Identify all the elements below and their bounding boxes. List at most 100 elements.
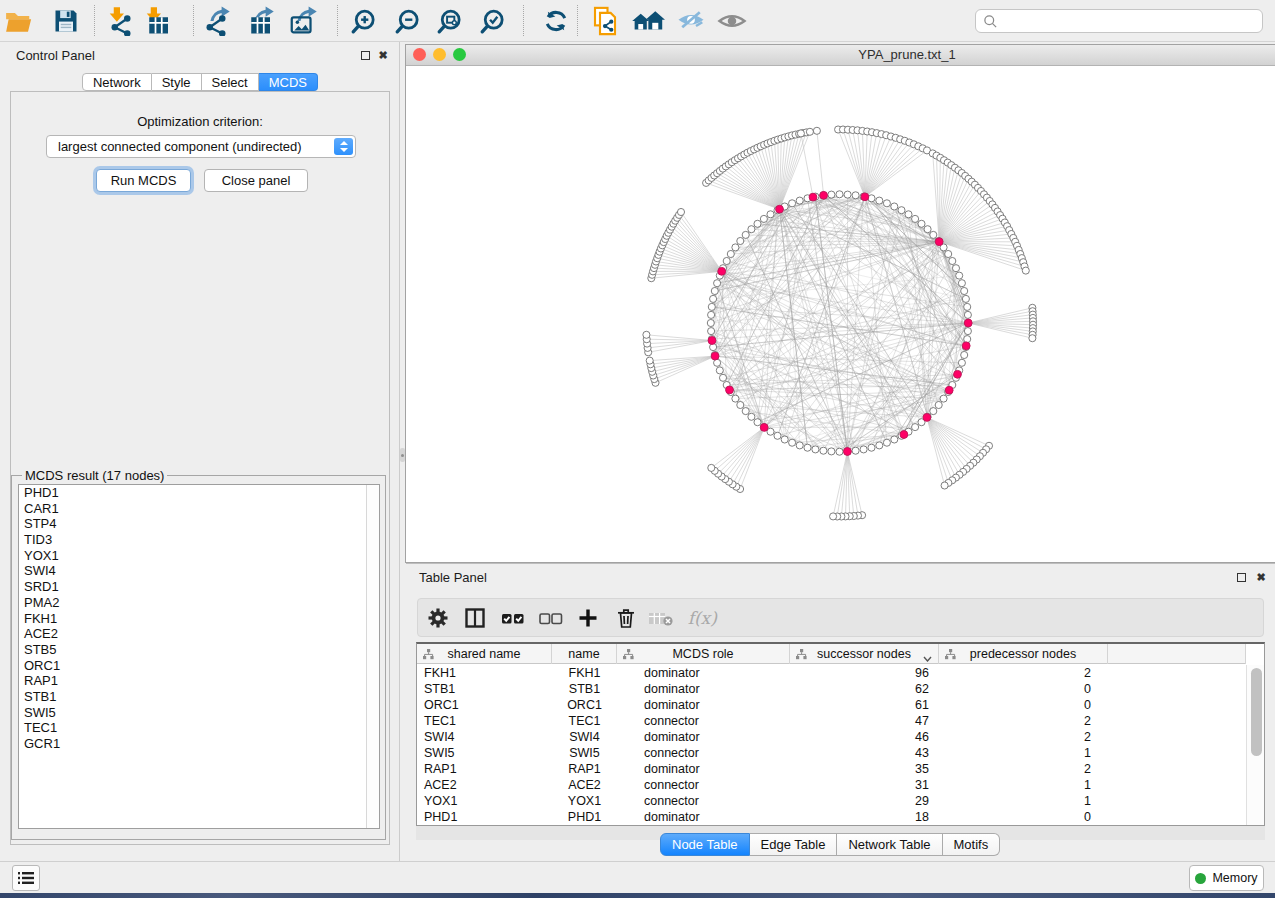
window-minimize-icon[interactable]	[433, 48, 446, 61]
zoom-fit-icon[interactable]	[431, 2, 467, 40]
result-item[interactable]: RAP1	[19, 673, 379, 689]
cell: 46	[790, 729, 939, 745]
zoom-in-icon[interactable]	[345, 2, 381, 40]
tab-style[interactable]: Style	[152, 73, 202, 91]
export-table-icon[interactable]	[242, 2, 278, 40]
column-sort-chevron-icon[interactable]	[923, 651, 932, 665]
result-item[interactable]: YOX1	[19, 548, 379, 564]
table-row[interactable]: RAP1RAP1dominator352	[417, 761, 1246, 777]
settings-gear-icon[interactable]	[421, 599, 455, 636]
delete-column-icon[interactable]	[609, 599, 643, 636]
table-panel-close-icon[interactable]: ✖	[1255, 571, 1267, 583]
tab-select[interactable]: Select	[202, 73, 259, 91]
column-header-MCDS-role[interactable]: MCDS role	[617, 644, 790, 664]
result-item[interactable]: STB1	[19, 689, 379, 705]
add-column-icon[interactable]	[571, 599, 605, 636]
refresh-icon[interactable]	[538, 2, 574, 40]
control-panel-float-icon[interactable]	[361, 51, 370, 60]
table-row[interactable]: PHD1PHD1dominator180	[417, 809, 1246, 825]
criterion-dropdown[interactable]: largest connected component (undirected)	[46, 135, 356, 158]
result-scrollbar[interactable]	[366, 485, 379, 828]
close-panel-button[interactable]: Close panel	[204, 169, 308, 192]
status-list-button[interactable]	[12, 865, 40, 891]
column-header-shared-name[interactable]: shared name	[417, 644, 552, 664]
select-all-icon[interactable]	[496, 599, 530, 636]
cell: 0	[939, 809, 1108, 825]
column-header-predecessor-nodes[interactable]: predecessor nodes	[939, 644, 1108, 664]
table-panel-float-icon[interactable]	[1237, 573, 1246, 582]
network-canvas[interactable]	[406, 66, 1273, 562]
result-item[interactable]: TEC1	[19, 720, 379, 736]
function-fx-icon: f(x)	[685, 599, 719, 636]
network-window-titlebar[interactable]: YPA_prune.txt_1	[406, 45, 1275, 66]
table-scrollbar-thumb[interactable]	[1251, 668, 1262, 756]
import-network-icon[interactable]	[103, 2, 139, 40]
cell: SWI4	[552, 729, 617, 745]
search-input[interactable]	[975, 9, 1263, 33]
result-item[interactable]: ORC1	[19, 658, 379, 674]
result-item[interactable]: SWI5	[19, 705, 379, 721]
show-eye-icon[interactable]	[714, 2, 750, 40]
column-header-successor-nodes[interactable]: successor nodes	[790, 644, 939, 664]
result-item[interactable]: PHD1	[19, 485, 379, 501]
tab-node-table[interactable]: Node Table	[660, 833, 750, 856]
window-close-icon[interactable]	[413, 48, 426, 61]
main-toolbar	[0, 0, 1275, 42]
column-type-icon	[623, 649, 634, 663]
table-row[interactable]: ORC1ORC1dominator610	[417, 697, 1246, 713]
cell: 0	[939, 697, 1108, 713]
export-network-icon[interactable]	[198, 2, 234, 40]
tab-network-table[interactable]: Network Table	[837, 833, 942, 856]
run-mcds-button[interactable]: Run MCDS	[96, 169, 191, 192]
result-item[interactable]: STB5	[19, 642, 379, 658]
node-table: shared namenameMCDS rolesuccessor nodesp…	[416, 642, 1265, 826]
cell: 35	[790, 761, 939, 777]
result-item[interactable]: CAR1	[19, 501, 379, 517]
cell: 2	[939, 713, 1108, 729]
result-item[interactable]: STP4	[19, 516, 379, 532]
table-row[interactable]: SWI4SWI4dominator462	[417, 729, 1246, 745]
open-session-icon[interactable]	[0, 2, 36, 40]
deselect-all-icon[interactable]	[534, 599, 568, 636]
home-icon[interactable]	[630, 2, 666, 40]
columns-icon[interactable]	[458, 599, 492, 636]
save-session-icon[interactable]	[48, 2, 84, 40]
cell: TEC1	[552, 713, 617, 729]
cell: STB1	[417, 681, 552, 697]
toolbar-separator	[577, 5, 578, 36]
export-image-icon[interactable]	[285, 2, 321, 40]
cell: connector	[617, 777, 790, 793]
tab-motifs[interactable]: Motifs	[943, 833, 1001, 856]
table-scrollbar[interactable]	[1246, 665, 1264, 825]
control-panel-close-icon[interactable]: ✖	[377, 49, 389, 61]
tab-mcds[interactable]: MCDS	[259, 73, 318, 91]
tab-network[interactable]: Network	[82, 73, 152, 91]
panel-splitter-handle[interactable]	[400, 448, 405, 462]
cell: RAP1	[417, 761, 552, 777]
import-table-icon[interactable]	[140, 2, 176, 40]
result-item[interactable]: TID3	[19, 532, 379, 548]
hide-glasses-icon[interactable]	[673, 2, 709, 40]
result-item[interactable]: SWI4	[19, 563, 379, 579]
table-row[interactable]: FKH1FKH1dominator962	[417, 665, 1246, 681]
zoom-selected-icon[interactable]	[474, 2, 510, 40]
result-item[interactable]: GCR1	[19, 736, 379, 752]
table-row[interactable]: YOX1YOX1connector291	[417, 793, 1246, 809]
copy-share-icon[interactable]	[587, 2, 623, 40]
toolbar-separator	[523, 5, 524, 36]
column-header-name[interactable]: name	[552, 644, 617, 664]
result-item[interactable]: FKH1	[19, 611, 379, 627]
tab-edge-table[interactable]: Edge Table	[750, 833, 838, 856]
table-toolbar: f(x)	[417, 598, 1264, 637]
memory-button[interactable]: Memory	[1189, 865, 1264, 891]
table-row[interactable]: TEC1TEC1connector472	[417, 713, 1246, 729]
result-item[interactable]: SRD1	[19, 579, 379, 595]
table-row[interactable]: STB1STB1dominator620	[417, 681, 1246, 697]
table-row[interactable]: SWI5SWI5connector431	[417, 745, 1246, 761]
result-item[interactable]: ACE2	[19, 626, 379, 642]
window-zoom-icon[interactable]	[453, 48, 466, 61]
table-row[interactable]: ACE2ACE2connector311	[417, 777, 1246, 793]
table-body: FKH1FKH1dominator962STB1STB1dominator620…	[417, 665, 1246, 825]
result-item[interactable]: PMA2	[19, 595, 379, 611]
zoom-out-icon[interactable]	[389, 2, 425, 40]
